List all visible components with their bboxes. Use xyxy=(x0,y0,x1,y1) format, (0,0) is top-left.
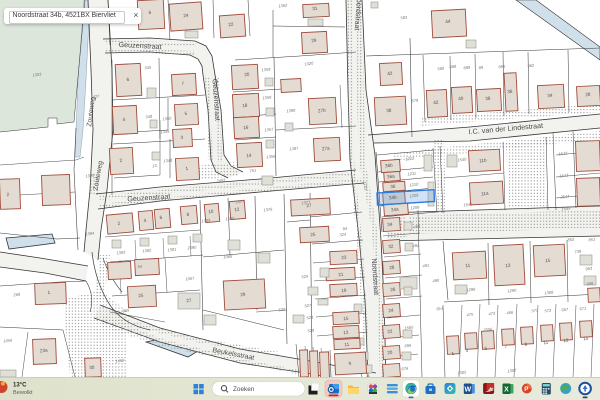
svg-text:34b: 34b xyxy=(389,195,398,201)
svg-text:268: 268 xyxy=(12,292,21,298)
svg-text:27a: 27a xyxy=(322,146,331,152)
svg-text:751: 751 xyxy=(249,168,256,174)
svg-text:13°C: 13°C xyxy=(13,383,27,389)
svg-text:36a: 36a xyxy=(387,174,396,180)
svg-text:23a: 23a xyxy=(40,348,49,354)
svg-text:Zoeken: Zoeken xyxy=(233,386,255,393)
svg-text:X: X xyxy=(504,387,509,394)
svg-text:1211: 1211 xyxy=(407,171,416,177)
svg-text:W: W xyxy=(464,387,471,394)
svg-text:491: 491 xyxy=(422,263,429,269)
svg-text:11a: 11a xyxy=(481,191,489,197)
svg-text:891: 891 xyxy=(498,64,505,70)
svg-text:34a: 34a xyxy=(391,207,400,213)
svg-text:671: 671 xyxy=(579,306,586,312)
svg-text:13.: 13. xyxy=(152,163,158,169)
svg-text:36b: 36b xyxy=(385,163,394,169)
svg-text:Bewolkt: Bewolkt xyxy=(13,390,33,396)
svg-text:P: P xyxy=(524,387,528,393)
svg-text:27b: 27b xyxy=(318,108,327,114)
svg-text:851: 851 xyxy=(588,237,595,243)
svg-text:11b: 11b xyxy=(479,158,487,164)
